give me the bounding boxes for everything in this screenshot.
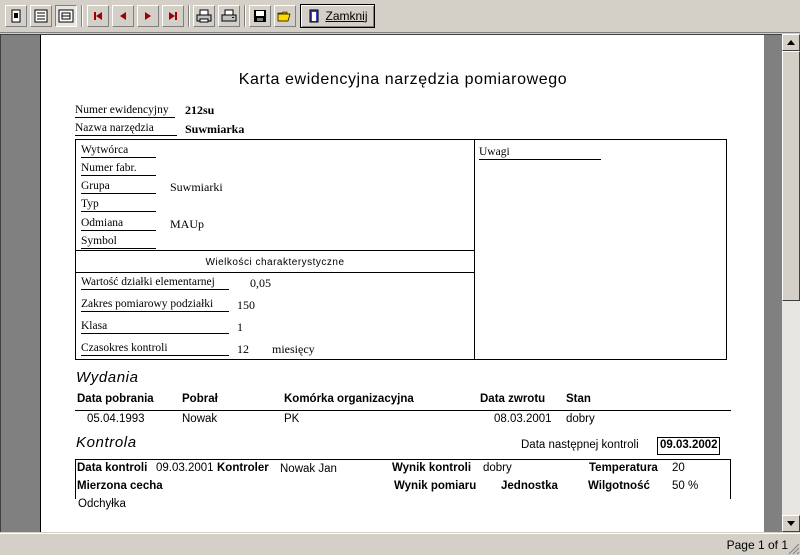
first-page-icon[interactable] (87, 5, 109, 27)
wydania-title: Wydania (76, 369, 139, 386)
scroll-up-button[interactable] (782, 34, 800, 51)
single-page-icon[interactable] (5, 5, 27, 27)
wydania-cell-data-zwrotu: 08.03.2001 (494, 413, 552, 425)
czasokres-unit: miesięcy (272, 342, 315, 356)
scroll-thumb[interactable] (782, 51, 800, 301)
wytworca-label: Wytwórca (81, 144, 156, 158)
last-page-icon[interactable] (162, 5, 184, 27)
toolbar-separator (188, 5, 190, 27)
vertical-scrollbar[interactable] (782, 34, 800, 532)
numer-label: Numer ewidencyjny (75, 104, 175, 118)
printer-setup-icon[interactable] (193, 5, 215, 27)
uwagi-label: Uwagi (479, 146, 601, 160)
symbol-label: Symbol (81, 235, 156, 249)
wydania-header-data-pobrania: Data pobrania (77, 393, 154, 405)
toolbar-separator (81, 5, 83, 27)
numer-value: 212su (185, 103, 215, 117)
klasa-value: 1 (237, 320, 243, 334)
wartosc-label: Wartość działki elementarnej (81, 276, 229, 290)
report-title: Karta ewidencyjna narzędzia pomiarowego (238, 71, 568, 88)
wilgotnosc-label: Wilgotność (588, 480, 650, 492)
wydania-cell-data-pobrania: 05.04.1993 (87, 413, 145, 425)
kontroler-value: Nowak Jan (280, 463, 337, 475)
wydania-header-komorka: Komórka organizacyjna (284, 393, 414, 405)
toolbar: Zamknij (0, 0, 800, 33)
door-icon (309, 9, 319, 23)
czasokres-label: Czasokres kontroli (81, 342, 229, 356)
wynik-kontroli-label: Wynik kontroli (392, 462, 472, 474)
print-icon[interactable] (218, 5, 240, 27)
wielkosci-header: Wielkości charakterystyczne (205, 257, 345, 268)
temperatura-label: Temperatura (589, 462, 658, 474)
kontroler-label: Kontroler (217, 462, 269, 474)
report-page: Karta ewidencyjna narzędzia pomiarowego … (40, 35, 764, 532)
status-bar: Page 1 of 1 (0, 533, 800, 555)
mierzona-cecha-label: Mierzona cecha (77, 480, 163, 492)
wydania-header-data-zwrotu: Data zwrotu (480, 393, 546, 405)
save-icon[interactable] (249, 5, 271, 27)
wydania-cell-komorka: PK (284, 413, 300, 425)
close-button[interactable]: Zamknij (300, 4, 375, 28)
grupa-label: Grupa (81, 180, 156, 194)
next-control-label: Data następnej kontroli (521, 439, 639, 451)
arrow-down-icon (787, 521, 795, 526)
kontrola-data-value: 09.03.2001 (156, 462, 214, 474)
zoom-page-icon[interactable] (55, 5, 77, 27)
odmiana-value: MAUp (170, 217, 205, 231)
resize-grip-icon[interactable] (786, 541, 800, 555)
close-button-label: Zamknij (325, 9, 368, 23)
nazwa-label: Nazwa narzędzia (75, 122, 177, 136)
arrow-up-icon (787, 40, 795, 45)
wartosc-value: 0,05 (250, 276, 271, 290)
kontrola-data-label: Data kontroli (77, 462, 148, 474)
multi-page-icon[interactable] (30, 5, 52, 27)
open-icon[interactable] (274, 5, 296, 27)
jednostka-label: Jednostka (501, 480, 558, 492)
wydania-cell-stan: dobry (566, 413, 595, 425)
odmiana-label: Odmiana (81, 217, 156, 231)
next-page-icon[interactable] (137, 5, 159, 27)
report-viewport[interactable]: Karta ewidencyjna narzędzia pomiarowego … (0, 34, 782, 532)
wydania-cell-pobral: Nowak (182, 413, 218, 425)
klasa-label: Klasa (81, 320, 229, 334)
typ-label: Typ (81, 198, 156, 212)
odchylka-label: Odchyłka (78, 498, 126, 510)
page-indicator: Page 1 of 1 (726, 538, 788, 552)
info-hline (75, 250, 475, 251)
wydania-header-pobral: Pobrał (182, 393, 218, 405)
next-control-value: 09.03.2002 (657, 437, 720, 455)
prev-page-icon[interactable] (112, 5, 134, 27)
czasokres-value: 12 (237, 342, 249, 356)
scroll-down-button[interactable] (782, 515, 800, 532)
wynik-pomiaru-label: Wynik pomiaru (394, 480, 477, 492)
temperatura-value: 20 (672, 462, 685, 474)
wynik-kontroli-value: dobry (483, 462, 512, 474)
wydania-header-stan: Stan (566, 393, 591, 405)
zakres-value: 150 (237, 298, 255, 312)
numer-fabr-label: Numer fabr. (81, 162, 156, 176)
info-hline (75, 272, 475, 273)
wydania-header-line (75, 410, 731, 411)
nazwa-value: Suwmiarka (185, 122, 245, 136)
zakres-label: Zakres pomiarowy podziałki (81, 298, 229, 312)
toolbar-separator (244, 5, 246, 27)
wilgotnosc-value: 50 % (672, 480, 699, 492)
kontrola-title: Kontrola (76, 434, 137, 451)
grupa-value: Suwmiarki (170, 180, 223, 194)
